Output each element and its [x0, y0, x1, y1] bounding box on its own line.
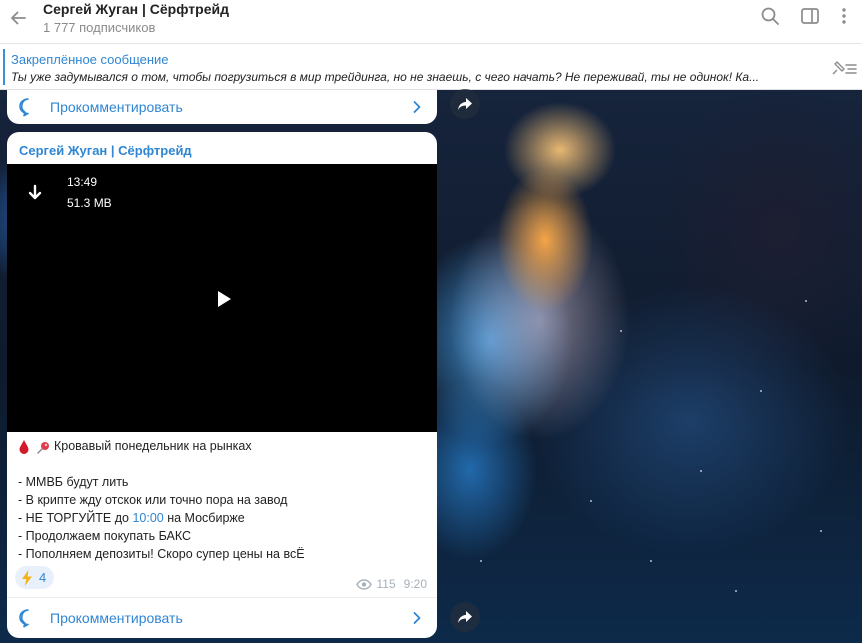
more-vertical-icon — [842, 8, 846, 24]
previous-post-bubble: Прокомментировать — [7, 90, 437, 124]
post-time: 9:20 — [403, 577, 427, 591]
comment-label: Прокомментировать — [50, 99, 183, 115]
pinned-message-bar[interactable]: Закреплённое сообщение Ты уже задумывалс… — [0, 44, 862, 90]
post-bubble: Сергей Жуган | Сёрфтрейд 13:49 51.3 MB К… — [7, 132, 437, 638]
comment-bubble-icon — [19, 98, 29, 117]
post-headline: Кровавый понедельник на рынках — [54, 439, 252, 453]
reaction-chip[interactable]: 4 — [15, 566, 55, 589]
share-arrow-icon — [458, 98, 472, 110]
post-author[interactable]: Сергей Жуган | Сёрфтрейд — [19, 143, 192, 158]
chevron-right-icon — [413, 101, 421, 113]
channel-title[interactable]: Сергей Жуган | Сёрфтрейд — [43, 1, 229, 17]
search-icon — [761, 7, 779, 25]
more-options-button[interactable] — [832, 4, 856, 28]
back-arrow-icon — [11, 11, 26, 25]
blood-drop-icon — [19, 439, 29, 454]
pinned-list-button[interactable] — [830, 60, 858, 78]
chevron-right-icon — [413, 612, 421, 624]
eye-icon — [355, 578, 372, 590]
back-button[interactable] — [6, 4, 30, 32]
post-meta: 115 9:20 — [355, 577, 427, 591]
pinned-message-text: Ты уже задумывался о том, чтобы погрузит… — [11, 70, 760, 84]
comment-label: Прокомментировать — [50, 610, 183, 626]
lightning-icon — [22, 569, 32, 586]
download-icon[interactable] — [27, 184, 43, 204]
post-line: - НЕ ТОРГУЙТЕ до 10:00 на Мосбирже — [18, 509, 428, 527]
comment-divider — [7, 597, 437, 598]
view-count: 115 — [376, 577, 396, 591]
post-line-part: - НЕ ТОРГУЙТЕ до — [18, 511, 133, 525]
comment-bubble-icon — [19, 609, 29, 628]
post-headline-line: Кровавый понедельник на рынках — [18, 437, 428, 455]
video-player[interactable]: 13:49 51.3 MB — [7, 164, 437, 432]
video-duration: 13:49 — [67, 175, 98, 189]
post-line: - Продолжаем покупать БАКС — [18, 529, 192, 543]
chat-header: Сергей Жуган | Сёрфтрейд 1 777 подписчик… — [0, 0, 862, 44]
post-line: - Пополняем депозиты! Скоро супер цены н… — [18, 547, 305, 561]
comment-link-previous[interactable]: Прокомментировать — [7, 90, 437, 124]
video-file-size: 51.3 MB — [67, 196, 112, 210]
post-text: Кровавый понедельник на рынках - ММВБ бу… — [18, 437, 428, 563]
subscriber-count: 1 777 подписчиков — [43, 20, 156, 35]
comment-link[interactable]: Прокомментировать — [7, 601, 437, 635]
post-line: - ММВБ будут лить — [18, 475, 129, 489]
empty-line — [18, 455, 428, 473]
share-button[interactable] — [450, 602, 480, 632]
pinned-message-label: Закреплённое сообщение — [11, 52, 169, 67]
sidebar-toggle-button[interactable] — [798, 4, 822, 28]
post-line: - В крипте жду отскок или точно пора на … — [18, 493, 288, 507]
post-line-part: на Мосбирже — [163, 511, 245, 525]
time-link[interactable]: 10:00 — [132, 511, 163, 525]
share-arrow-icon — [458, 611, 472, 623]
pin-list-icon — [832, 61, 857, 75]
push-pin-icon — [37, 441, 49, 454]
pinned-accent-bar — [3, 49, 5, 85]
search-button[interactable] — [758, 4, 782, 28]
sidebar-panel-icon — [801, 8, 819, 24]
share-button-previous[interactable] — [450, 89, 480, 119]
reaction-count: 4 — [39, 570, 47, 585]
play-icon[interactable] — [213, 288, 235, 310]
